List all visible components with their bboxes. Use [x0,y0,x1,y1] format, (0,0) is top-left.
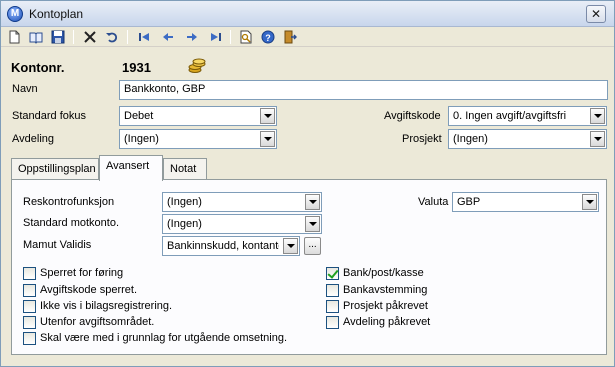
prosjekt-label: Prosjekt [402,133,442,145]
standard-fokus-value: Debet [124,110,154,122]
standard-fokus-label: Standard fokus [12,110,86,122]
toolbar-separator [230,30,231,44]
avgiftskode-label: Avgiftskode [384,110,441,122]
reskontrofunksjon-label: Reskontrofunksjon [23,196,115,208]
checkbox-label: Prosjekt påkrevet [343,300,428,312]
checkbox-sperret-for-foring[interactable] [23,267,36,280]
checkbox-label: Bank/post/kasse [343,267,424,279]
window-title: Kontoplan [29,7,84,21]
kontoplan-window: M Kontoplan ✕ ? Kontonr. 1931 Navn Bankk… [0,0,615,367]
checkbox-avgiftskode-sperret[interactable] [23,284,36,297]
standard-motkonto-label: Standard motkonto. [23,217,120,229]
next-record-icon[interactable] [183,28,201,46]
checkbox-label: Bankavstemming [343,284,428,296]
chevron-down-icon[interactable] [305,194,320,210]
standard-fokus-select[interactable]: Debet [119,106,277,126]
mamut-validis-value: Bankinnskudd, kontanter [167,240,279,252]
reskontrofunksjon-select[interactable]: (Ingen) [162,192,322,212]
tab-oppstillingsplan[interactable]: Oppstillingsplan [11,158,99,180]
valuta-value: GBP [457,196,481,208]
chevron-down-icon[interactable] [590,131,605,147]
last-record-icon[interactable] [207,28,225,46]
checkbox-bankavstemming[interactable] [326,284,339,297]
exit-icon[interactable] [281,28,299,46]
mamut-validis-select[interactable]: Bankinnskudd, kontanter [162,236,300,256]
checkbox-label: Avgiftskode sperret. [40,284,138,296]
kontonr-value: 1931 [122,60,151,75]
close-button[interactable]: ✕ [586,5,606,23]
save-icon[interactable] [49,28,67,46]
tab-notat[interactable]: Notat [163,158,207,180]
chevron-down-icon[interactable] [260,108,275,124]
avgiftskode-select[interactable]: 0. Ingen avgift/avgiftsfri [448,106,607,126]
toolbar-separator [73,30,74,44]
toolbar: ? [1,27,614,47]
standard-motkonto-value: (Ingen) [167,218,202,230]
app-icon: M [7,6,23,22]
checkbox-label: Skal være med i grunnlag for utgående om… [40,332,288,344]
prosjekt-select[interactable]: (Ingen) [448,129,607,149]
checkbox-label: Avdeling påkrevet [343,316,431,328]
delete-icon[interactable] [81,28,99,46]
mamut-validis-label: Mamut Validis [23,239,92,251]
chevron-down-icon[interactable] [582,194,597,210]
first-record-icon[interactable] [135,28,153,46]
title-bar: M Kontoplan ✕ [1,1,614,27]
avdeling-select[interactable]: (Ingen) [119,129,277,149]
open-book-icon[interactable] [27,28,45,46]
chevron-down-icon[interactable] [260,131,275,147]
checkbox-utgaende-omsetning[interactable] [23,332,36,345]
new-icon[interactable] [5,28,23,46]
avdeling-label: Avdeling [12,133,54,145]
mamut-validis-browse-button[interactable]: ... [304,237,321,255]
avdeling-value: (Ingen) [124,133,159,145]
print-preview-icon[interactable] [237,28,255,46]
avgiftskode-value: 0. Ingen avgift/avgiftsfri [453,110,567,122]
checkbox-ikke-vis-i-bilagsregistrering[interactable] [23,300,36,313]
coins-icon [188,58,206,74]
svg-text:?: ? [265,33,271,43]
chevron-down-icon[interactable] [590,108,605,124]
toolbar-separator [127,30,128,44]
navn-input[interactable]: Bankkonto, GBP [119,80,608,100]
navn-label: Navn [12,83,38,95]
undo-icon[interactable] [103,28,121,46]
help-icon[interactable]: ? [259,28,277,46]
valuta-select[interactable]: GBP [452,192,599,212]
tab-avansert[interactable]: Avansert [99,155,163,181]
checkbox-label: Sperret for føring [40,267,124,279]
chevron-down-icon[interactable] [305,216,320,232]
checkbox-utenfor-avgiftsomradet[interactable] [23,316,36,329]
previous-record-icon[interactable] [159,28,177,46]
checkbox-label: Utenfor avgiftsområdet. [40,316,155,328]
checkbox-label: Ikke vis i bilagsregistrering. [40,300,173,312]
checkbox-avdeling-pakrevet[interactable] [326,316,339,329]
reskontrofunksjon-value: (Ingen) [167,196,202,208]
chevron-down-icon[interactable] [283,238,298,254]
valuta-label: Valuta [418,196,449,208]
standard-motkonto-select[interactable]: (Ingen) [162,214,322,234]
prosjekt-value: (Ingen) [453,133,488,145]
kontonr-label: Kontonr. [11,60,65,75]
checkbox-prosjekt-pakrevet[interactable] [326,300,339,313]
checkbox-bank-post-kasse[interactable] [326,267,339,280]
